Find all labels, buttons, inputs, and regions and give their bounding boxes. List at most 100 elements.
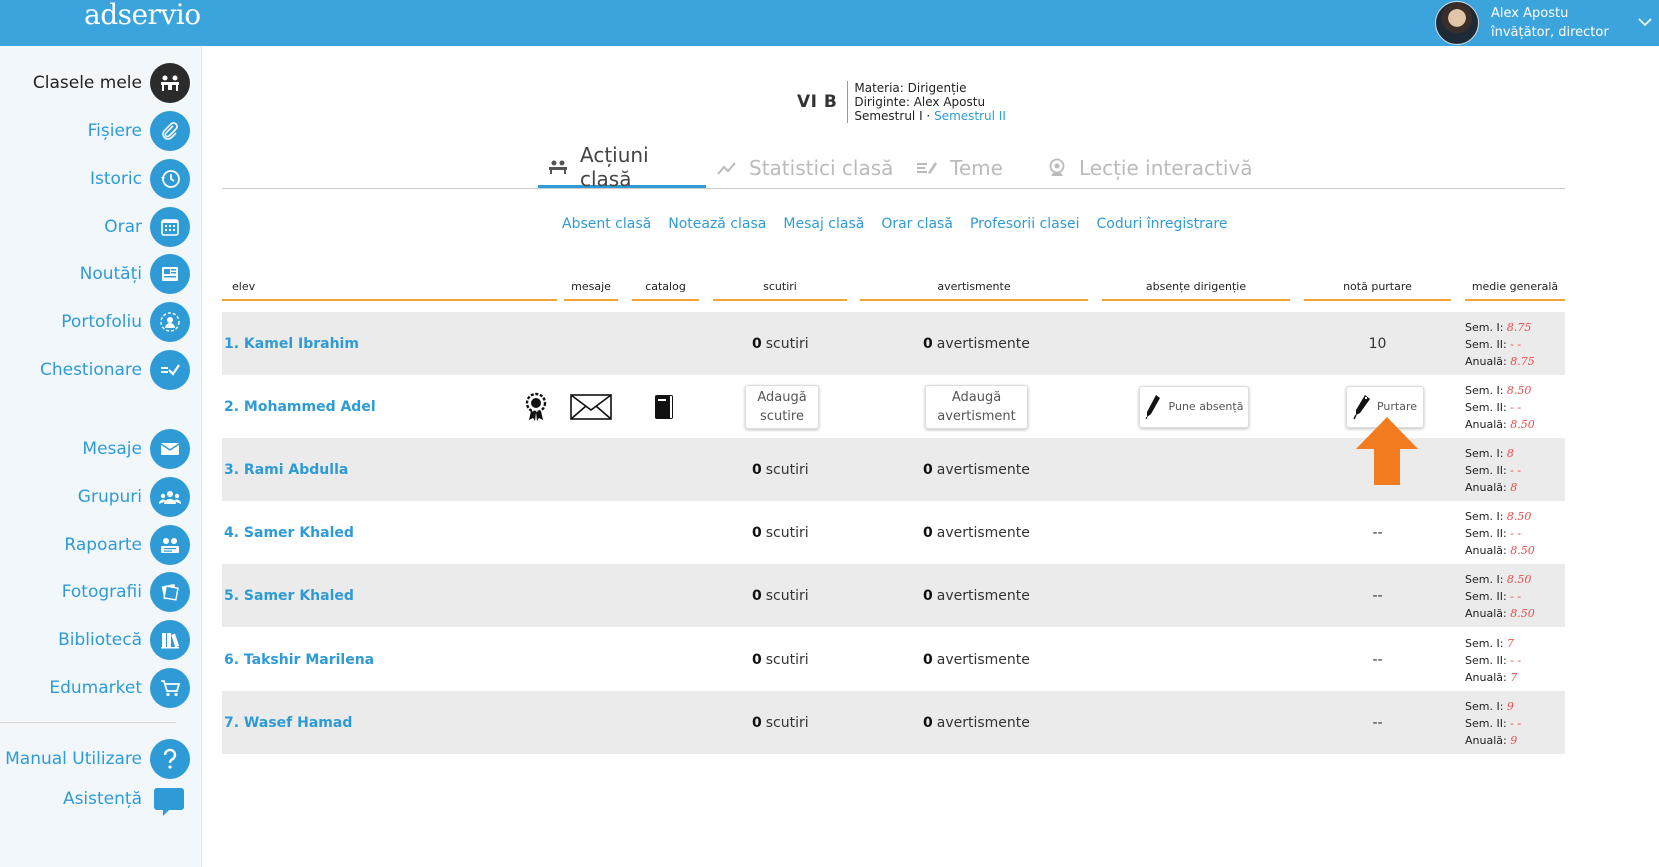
table-row: 7. Wasef Hamad 0 scutiri 0 avertismente --… bbox=[222, 691, 1565, 754]
news-icon bbox=[150, 254, 190, 294]
sidebar-item-manual-utilizare[interactable]: Manual Utilizare bbox=[0, 739, 200, 779]
exemptions-count: 0 scutiri bbox=[752, 628, 809, 691]
warnings-value: 0 bbox=[923, 461, 933, 478]
sidebar-item-grupuri[interactable]: Grupuri bbox=[0, 477, 200, 517]
sidebar-item-label: Istoric bbox=[90, 169, 142, 189]
action-noteaza-clasa[interactable]: Notează clasa bbox=[668, 216, 766, 232]
warnings-label: avertismente bbox=[936, 335, 1030, 352]
sidebar-item-mesaje[interactable]: Mesaje bbox=[0, 429, 200, 469]
exemptions-label: scutiri bbox=[765, 524, 809, 541]
classroom-icon bbox=[150, 63, 190, 103]
class-name: VI B bbox=[797, 92, 838, 112]
tab-lectie-interactiva[interactable]: Lecție interactivă bbox=[1047, 148, 1253, 188]
column-header: catalog bbox=[632, 279, 699, 301]
sidebar-item-asistenta[interactable]: Asistență bbox=[0, 779, 200, 819]
sidebar-item-edumarket[interactable]: Edumarket bbox=[0, 668, 200, 708]
sem1-value: 8.75 bbox=[1506, 321, 1532, 334]
annual-average: Anuală: 8.50 bbox=[1465, 542, 1535, 559]
annual-average: Anuală: 8.50 bbox=[1465, 416, 1535, 433]
student-name[interactable]: 4. Samer Khaled bbox=[224, 501, 354, 564]
sem1-average: Sem. I: 7 bbox=[1465, 635, 1521, 652]
avatar[interactable] bbox=[1435, 1, 1479, 45]
user-menu[interactable]: Alex Apostu învățător, director bbox=[1435, 0, 1659, 46]
general-average: Sem. I: 8 Sem. II: - - Anuală: 8 bbox=[1465, 438, 1521, 501]
tab-statistici-clasa[interactable]: Statistici clasă bbox=[717, 148, 893, 188]
sidebar-item-label: Clasele mele bbox=[32, 73, 142, 93]
action-orar-clasa[interactable]: Orar clasă bbox=[881, 216, 953, 232]
tab-teme[interactable]: Teme bbox=[916, 148, 1003, 188]
sidebar-item-noutati[interactable]: Noutăți bbox=[0, 254, 200, 294]
table-row: 5. Samer Khaled 0 scutiri 0 avertismente -… bbox=[222, 564, 1565, 627]
sem2-label: Sem. II: bbox=[1465, 717, 1507, 730]
chevron-down-icon[interactable] bbox=[1631, 15, 1659, 31]
sem1-label: Sem. I: bbox=[1465, 637, 1504, 650]
conduct-grade: -- bbox=[1372, 587, 1383, 604]
sidebar-item-chestionare[interactable]: Chestionare bbox=[0, 350, 200, 390]
sem2-label: Sem. II: bbox=[1465, 464, 1507, 477]
sem2-average: Sem. II: - - bbox=[1465, 336, 1535, 353]
student-name[interactable]: 1. Kamel Ibrahim bbox=[224, 312, 359, 375]
award-icon[interactable] bbox=[524, 375, 548, 438]
column-header: scutiri bbox=[713, 279, 847, 301]
sem2-value: - - bbox=[1510, 401, 1522, 414]
sem1-average: Sem. I: 8.75 bbox=[1465, 319, 1535, 336]
sem1-label: Sem. I: bbox=[1465, 321, 1504, 334]
sem2-average: Sem. II: - - bbox=[1465, 652, 1521, 669]
sidebar-item-portofoliu[interactable]: Portofoliu bbox=[0, 302, 200, 342]
sidebar-item-fisiere[interactable]: Fișiere bbox=[0, 111, 200, 151]
student-name[interactable]: 3. Rami Abdulla bbox=[224, 438, 348, 501]
annual-value: 8.50 bbox=[1510, 544, 1535, 557]
envelope-icon[interactable] bbox=[570, 375, 612, 438]
pen-icon bbox=[1145, 394, 1161, 420]
photos-icon bbox=[150, 572, 190, 612]
general-average: Sem. I: 7 Sem. II: - - Anuală: 7 bbox=[1465, 628, 1521, 691]
add-absence-button[interactable]: Pune absență bbox=[1139, 385, 1249, 428]
exemptions-value: 0 bbox=[752, 714, 762, 731]
sidebar-item-rapoarte[interactable]: Rapoarte bbox=[0, 525, 200, 565]
sidebar-item-fotografii[interactable]: Fotografii bbox=[0, 572, 200, 612]
general-average: Sem. I: 8.50 Sem. II: - - Anuală: 8.50 bbox=[1465, 375, 1535, 438]
semester-link[interactable]: Semestrul II bbox=[934, 109, 1006, 123]
app-logo[interactable]: adservio bbox=[84, 0, 201, 31]
sidebar-item-orar[interactable]: Orar bbox=[0, 207, 200, 247]
exemptions-count: 0 scutiri bbox=[752, 691, 809, 754]
sem1-label: Sem. I: bbox=[1465, 447, 1504, 460]
catalog-book-icon[interactable] bbox=[653, 375, 675, 438]
reports-icon bbox=[150, 525, 190, 565]
annual-value: 7 bbox=[1510, 671, 1518, 684]
sidebar-item-label: Rapoarte bbox=[64, 535, 142, 555]
student-name[interactable]: 6. Takshir Marilena bbox=[224, 628, 374, 691]
warnings-value: 0 bbox=[923, 651, 933, 668]
annual-average: Anuală: 7 bbox=[1465, 669, 1521, 686]
chart-line-icon bbox=[717, 160, 737, 176]
sem1-average: Sem. I: 8.50 bbox=[1465, 508, 1535, 525]
annual-label: Anuală: bbox=[1465, 607, 1507, 620]
sidebar-item-biblioteca[interactable]: Bibliotecă bbox=[0, 620, 200, 660]
sem2-value: - - bbox=[1510, 527, 1522, 540]
cart-icon bbox=[150, 668, 190, 708]
homework-icon bbox=[916, 160, 938, 176]
sidebar-item-label: Portofoliu bbox=[61, 312, 142, 332]
student-name[interactable]: 7. Wasef Hamad bbox=[224, 691, 352, 754]
annual-average: Anuală: 8 bbox=[1465, 479, 1521, 496]
user-info[interactable]: Alex Apostu învățător, director bbox=[1491, 4, 1631, 42]
sem1-average: Sem. I: 9 bbox=[1465, 698, 1521, 715]
tab-actiuni-clasa[interactable]: Acțiuni clasă bbox=[538, 143, 706, 191]
action-mesaj-clasa[interactable]: Mesaj clasă bbox=[783, 216, 864, 232]
sidebar-divider bbox=[0, 722, 176, 723]
sidebar-item-label: Orar bbox=[104, 217, 142, 237]
action-coduri-inregistrare[interactable]: Coduri înregistrare bbox=[1097, 216, 1228, 232]
sem1-value: 8.50 bbox=[1506, 573, 1532, 586]
warnings-count: 0 avertismente bbox=[923, 438, 1030, 501]
sem2-average: Sem. II: - - bbox=[1465, 525, 1535, 542]
add-warning-button[interactable]: Adaugă avertisment bbox=[925, 384, 1028, 429]
student-name[interactable]: 2. Mohammed Adel bbox=[224, 375, 376, 438]
sidebar-item-istoric[interactable]: Istoric bbox=[0, 159, 200, 199]
action-profesorii-clasei[interactable]: Profesorii clasei bbox=[970, 216, 1080, 232]
add-exemption-button[interactable]: Adaugă scutire bbox=[745, 384, 819, 429]
conduct-grade: -- bbox=[1372, 714, 1383, 731]
sidebar-item-clasele-mele[interactable]: Clasele mele bbox=[0, 63, 200, 103]
sidebar-item-label: Manual Utilizare bbox=[5, 749, 142, 769]
student-name[interactable]: 5. Samer Khaled bbox=[224, 564, 354, 627]
action-absent-clasa[interactable]: Absent clasă bbox=[562, 216, 651, 232]
